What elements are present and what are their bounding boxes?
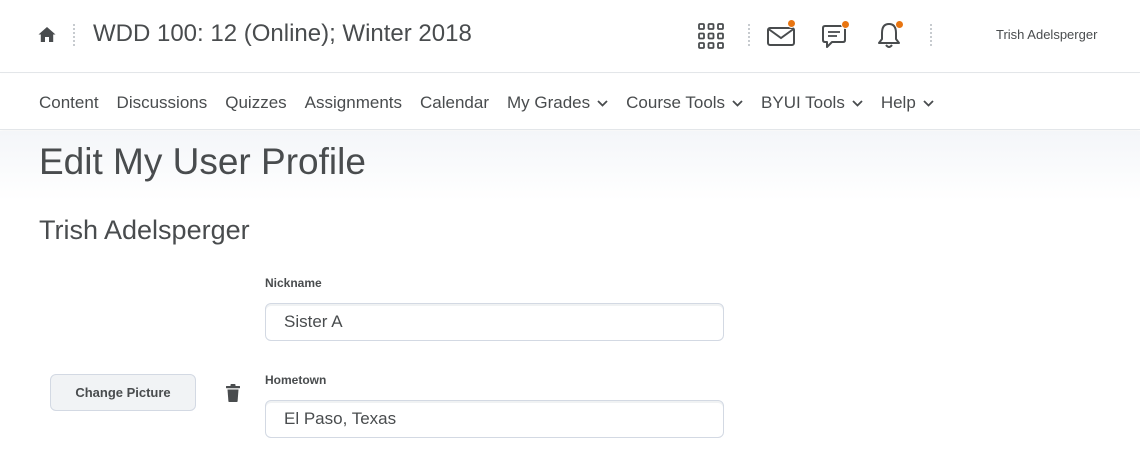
divider — [748, 24, 750, 46]
chevron-down-icon — [923, 99, 934, 107]
course-navbar: Content Discussions Quizzes Assignments … — [0, 74, 1140, 130]
nav-item-discussions[interactable]: Discussions — [117, 93, 208, 113]
nickname-label: Nickname — [265, 276, 322, 290]
nav-item-label: My Grades — [507, 93, 591, 112]
user-menu[interactable]: Trish Adelsperger — [996, 27, 1097, 42]
hometown-input[interactable] — [265, 400, 724, 438]
trash-icon[interactable] — [225, 383, 241, 403]
nav-item-calendar[interactable]: Calendar — [420, 93, 489, 113]
nickname-input[interactable] — [265, 303, 724, 341]
nav-item-byui-tools[interactable]: BYUI Tools — [761, 93, 863, 113]
divider — [73, 24, 75, 46]
home-icon[interactable] — [37, 25, 57, 45]
nav-item-label: Quizzes — [225, 93, 287, 112]
nav-item-label: Course Tools — [626, 93, 726, 112]
nav-items: Content Discussions Quizzes Assignments … — [39, 93, 952, 113]
chat-button[interactable] — [818, 19, 852, 53]
nav-item-label: Content — [39, 93, 99, 112]
nav-item-assignments[interactable]: Assignments — [305, 93, 402, 113]
top-bar: WDD 100: 12 (Online); Winter 2018 Trish … — [0, 0, 1140, 73]
notification-dot — [841, 20, 850, 29]
nav-item-my-grades[interactable]: My Grades — [507, 93, 608, 113]
notifications-button[interactable] — [872, 19, 906, 53]
profile-name: Trish Adelsperger — [39, 215, 250, 245]
change-picture-button[interactable]: Change Picture — [50, 374, 196, 411]
nav-item-label: Discussions — [116, 93, 208, 112]
nav-item-label: BYUI Tools — [761, 93, 845, 112]
divider — [930, 24, 932, 46]
notification-dot — [787, 19, 796, 28]
page-title: Edit My User Profile — [39, 141, 366, 182]
hometown-label: Hometown — [265, 373, 327, 387]
course-title[interactable]: WDD 100: 12 (Online); Winter 2018 — [93, 20, 472, 48]
nav-item-label: Help — [880, 93, 916, 112]
chevron-down-icon — [732, 99, 743, 107]
chevron-down-icon — [852, 99, 863, 107]
nav-item-label: Calendar — [420, 93, 489, 112]
nav-item-content[interactable]: Content — [39, 93, 99, 113]
nav-item-course-tools[interactable]: Course Tools — [626, 93, 743, 113]
waffle-grid-icon[interactable] — [694, 19, 728, 53]
mail-button[interactable] — [764, 19, 798, 53]
nav-item-label: Assignments — [304, 93, 402, 112]
chevron-down-icon — [597, 99, 608, 107]
nav-item-help[interactable]: Help — [881, 93, 934, 113]
notification-dot — [895, 20, 904, 29]
nav-item-quizzes[interactable]: Quizzes — [225, 93, 286, 113]
